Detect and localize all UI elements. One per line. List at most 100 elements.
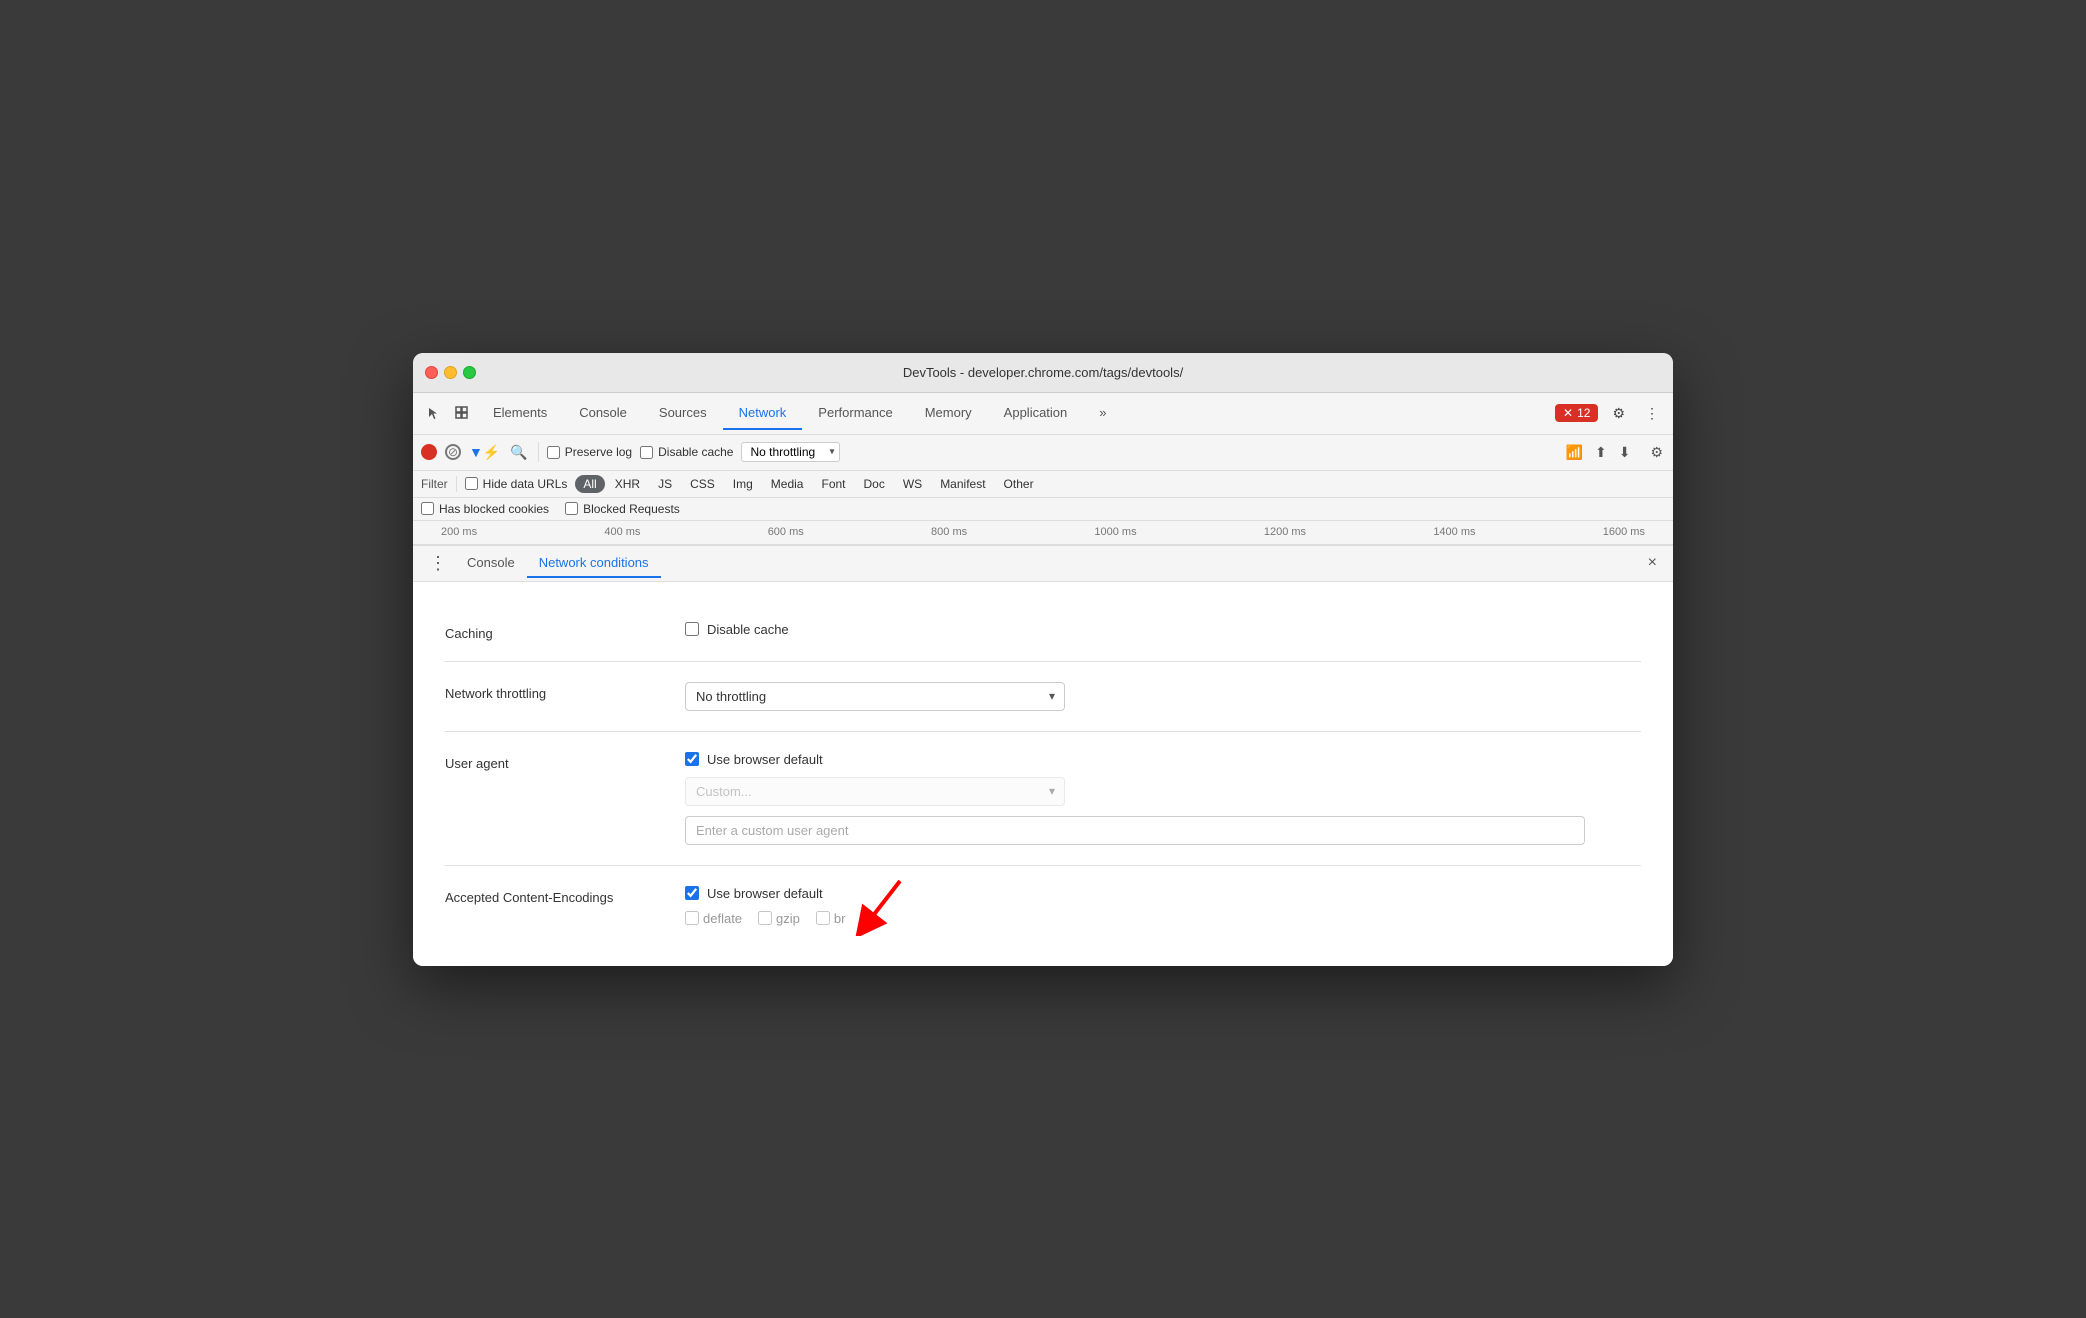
disable-cache-row: Disable cache — [685, 622, 1641, 637]
search-button[interactable]: 🔍 — [508, 442, 529, 463]
nc-throttle-select[interactable]: No throttling Fast 3G Slow 3G Offline — [685, 682, 1065, 711]
encoding-deflate: deflate — [685, 911, 742, 926]
filter-type-js[interactable]: JS — [650, 475, 680, 493]
tab-more[interactable]: » — [1083, 397, 1122, 430]
encoding-gzip: gzip — [758, 911, 800, 926]
blocked-requests-checkbox[interactable] — [565, 502, 578, 515]
timeline-mark-4: 1000 ms — [1094, 526, 1136, 538]
encodings-use-default-checkbox[interactable] — [685, 886, 699, 900]
user-agent-row: User agent Use browser default Custom... — [445, 732, 1641, 866]
record-button[interactable] — [421, 444, 437, 460]
user-agent-label: User agent — [445, 752, 645, 771]
tab-memory[interactable]: Memory — [909, 397, 988, 430]
tab-elements[interactable]: Elements — [477, 397, 563, 430]
encodings-label: Accepted Content-Encodings — [445, 886, 645, 905]
encodings-use-default-row: Use browser default — [685, 886, 1641, 901]
net-toolbar-right: 📶 ⬆ ⬇ ⚙ — [1564, 442, 1665, 463]
hide-data-urls-label[interactable]: Hide data URLs — [465, 477, 568, 491]
devtools-window: DevTools - developer.chrome.com/tags/dev… — [413, 353, 1673, 966]
maximize-button[interactable] — [463, 366, 476, 379]
encoding-deflate-checkbox[interactable] — [685, 911, 699, 925]
blocked-requests-label[interactable]: Blocked Requests — [565, 502, 680, 516]
tab-network[interactable]: Network — [723, 397, 803, 430]
filter-type-media[interactable]: Media — [763, 475, 812, 493]
nc-disable-cache-checkbox[interactable] — [685, 622, 699, 636]
nc-disable-cache-label: Disable cache — [707, 622, 789, 637]
annotation-arrow-2 — [845, 876, 915, 936]
main-nav-tabs: Elements Console Sources Network Perform… — [477, 397, 1553, 430]
drawer-tab-network-conditions[interactable]: Network conditions — [527, 549, 661, 578]
disable-cache-label[interactable]: Disable cache — [640, 445, 733, 459]
encoding-br-checkbox[interactable] — [816, 911, 830, 925]
tab-console[interactable]: Console — [563, 397, 643, 430]
filter-type-doc[interactable]: Doc — [856, 475, 893, 493]
download-icon[interactable]: ⬇ — [1617, 442, 1633, 463]
wifi-icon[interactable]: 📶 — [1564, 442, 1585, 463]
titlebar: DevTools - developer.chrome.com/tags/dev… — [413, 353, 1673, 393]
tab-sources[interactable]: Sources — [643, 397, 723, 430]
filter-type-css[interactable]: CSS — [682, 475, 723, 493]
drawer-tab-console[interactable]: Console — [455, 549, 527, 578]
caching-label: Caching — [445, 622, 645, 641]
filter-type-xhr[interactable]: XHR — [607, 475, 648, 493]
tab-application[interactable]: Application — [988, 397, 1084, 430]
caching-row: Caching Disable cache — [445, 602, 1641, 662]
encodings-row: Accepted Content-Encodings Use browser d… — [445, 866, 1641, 946]
encoding-br: br — [816, 911, 846, 926]
blocked-row: Has blocked cookies Blocked Requests — [413, 498, 1673, 521]
error-badge[interactable]: ✕ 12 — [1555, 404, 1598, 422]
preserve-log-label[interactable]: Preserve log — [547, 445, 632, 459]
network-subtoolbar: ⊘ ▼⚡ 🔍 Preserve log Disable cache No thr… — [413, 435, 1673, 471]
clear-button[interactable]: ⊘ — [445, 444, 461, 460]
has-blocked-cookies-checkbox[interactable] — [421, 502, 434, 515]
filter-icon[interactable]: ▼⚡ — [469, 444, 500, 461]
timeline-mark-5: 1200 ms — [1264, 526, 1306, 538]
close-button[interactable] — [425, 366, 438, 379]
encoding-gzip-label: gzip — [776, 911, 800, 926]
tab-performance[interactable]: Performance — [802, 397, 908, 430]
filter-types: All XHR JS CSS Img Media Font Doc WS Man… — [575, 475, 1041, 493]
filter-type-all[interactable]: All — [575, 475, 604, 493]
hide-data-urls-checkbox[interactable] — [465, 477, 478, 490]
timeline-mark-2: 600 ms — [768, 526, 804, 538]
disable-cache-checkbox[interactable] — [640, 446, 653, 459]
timeline-mark-0: 200 ms — [441, 526, 477, 538]
filter-type-ws[interactable]: WS — [895, 475, 930, 493]
filter-type-font[interactable]: Font — [813, 475, 853, 493]
settings-button[interactable]: ⚙ — [1606, 401, 1631, 426]
minimize-button[interactable] — [444, 366, 457, 379]
inspect-icon — [455, 406, 469, 420]
drawer-tabs: ⋮ Console Network conditions × — [413, 546, 1673, 582]
timeline-mark-1: 400 ms — [604, 526, 640, 538]
cursor-tool-button[interactable] — [421, 402, 447, 424]
more-options-button[interactable]: ⋮ — [1639, 401, 1665, 426]
network-settings-icon[interactable]: ⚙ — [1648, 442, 1665, 463]
inspect-button[interactable] — [449, 402, 475, 424]
window-title: DevTools - developer.chrome.com/tags/dev… — [903, 365, 1183, 380]
throttle-select[interactable]: No throttling Fast 3G Slow 3G Offline — [741, 442, 840, 462]
preserve-log-checkbox[interactable] — [547, 446, 560, 459]
main-toolbar: Elements Console Sources Network Perform… — [413, 393, 1673, 435]
use-browser-default-label: Use browser default — [707, 752, 823, 767]
custom-ua-select[interactable]: Custom... — [685, 777, 1065, 806]
throttling-label: Network throttling — [445, 682, 645, 701]
filter-type-other[interactable]: Other — [996, 475, 1042, 493]
filter-type-manifest[interactable]: Manifest — [932, 475, 993, 493]
drawer-close-button[interactable]: × — [1640, 550, 1665, 576]
custom-ua-input[interactable] — [685, 816, 1585, 845]
throttling-row: Network throttling No throttling Fast 3G… — [445, 662, 1641, 732]
cursor-icon — [427, 406, 441, 420]
filter-type-img[interactable]: Img — [725, 475, 761, 493]
error-icon: ✕ — [1563, 406, 1573, 420]
encoding-gzip-checkbox[interactable] — [758, 911, 772, 925]
drawer-menu-icon[interactable]: ⋮ — [421, 549, 455, 578]
throttle-select-wrapper: No throttling Fast 3G Slow 3G Offline — [741, 442, 840, 462]
upload-icon[interactable]: ⬆ — [1593, 442, 1609, 463]
custom-ua-select-wrapper: Custom... — [685, 777, 1065, 806]
use-browser-default-checkbox[interactable] — [685, 752, 699, 766]
timeline-mark-6: 1400 ms — [1433, 526, 1475, 538]
throttling-controls: No throttling Fast 3G Slow 3G Offline — [685, 682, 1641, 711]
timeline-marks: 200 ms 400 ms 600 ms 800 ms 1000 ms 1200… — [421, 526, 1665, 538]
has-blocked-cookies-label[interactable]: Has blocked cookies — [421, 502, 549, 516]
encoding-br-label: br — [834, 911, 846, 926]
